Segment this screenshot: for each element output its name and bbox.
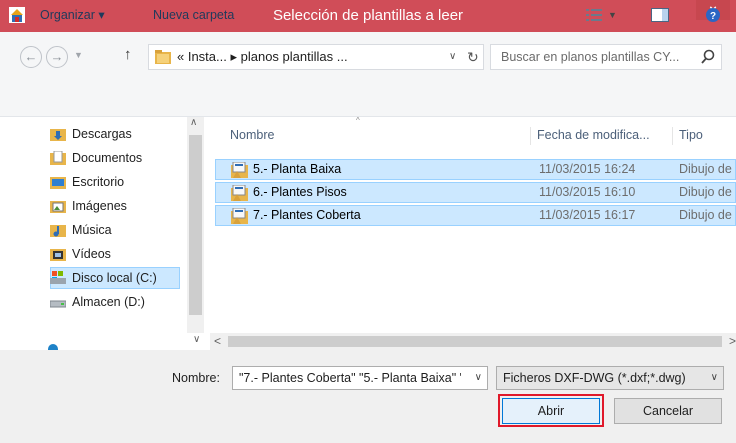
table-row[interactable]: 5.- Planta Baixa 11/03/2015 16:24 Dibujo… [215, 159, 736, 180]
desktop-folder-icon [50, 177, 66, 189]
filename-combobox[interactable]: "7.- Plantes Coberta" "5.- Planta Baixa"… [232, 366, 488, 390]
sidebar-item-label: Escritorio [72, 175, 125, 189]
filename-label: Nombre: [172, 371, 220, 385]
open-button[interactable]: Abrir [502, 398, 600, 424]
sidebar-item-disco-local[interactable]: Disco local (C:) [50, 267, 180, 289]
videos-folder-icon [50, 249, 66, 261]
forward-arrow-icon[interactable]: → [46, 46, 68, 68]
file-name: 7.- Plantes Coberta [253, 208, 361, 222]
dwg-file-icon [231, 208, 248, 224]
music-folder-icon [50, 225, 66, 237]
scrollbar-thumb[interactable] [228, 336, 722, 347]
command-bar [0, 86, 736, 117]
address-bar[interactable]: « Insta... ▸ planos plantillas ... ∨ ↻ [148, 44, 484, 70]
file-list: Nombre ^ Fecha de modifica... Tipo 5.- P… [210, 116, 736, 333]
table-row[interactable]: 6.- Plantes Pisos 11/03/2015 16:10 Dibuj… [215, 182, 736, 203]
recent-locations-dropdown[interactable]: ▼ [74, 50, 83, 60]
scrollbar-thumb[interactable] [189, 135, 202, 315]
breadcrumb[interactable]: « Insta... ▸ planos plantillas ... [177, 45, 348, 69]
chevron-down-icon[interactable]: ∨ [475, 367, 482, 389]
app-logo-icon [9, 7, 25, 23]
sidebar-item-label: Documentos [72, 151, 143, 165]
file-name: 6.- Plantes Pisos [253, 185, 347, 199]
dwg-file-icon [231, 162, 248, 178]
dialog-footer [0, 350, 736, 443]
file-date: 11/03/2015 16:10 [539, 185, 636, 199]
help-icon[interactable]: ? [706, 8, 720, 22]
dwg-file-icon [231, 185, 248, 201]
downloads-folder-icon [50, 129, 66, 141]
dialog-title: Selección de plantillas a leer [272, 7, 464, 24]
cancel-button[interactable]: Cancelar [614, 398, 722, 424]
drive-icon [50, 300, 66, 308]
svg-text:?: ? [710, 11, 716, 22]
column-header-name[interactable]: Nombre [230, 117, 274, 153]
preview-pane-icon[interactable] [651, 8, 669, 22]
file-type: Dibujo de [679, 185, 732, 199]
chevron-down-icon[interactable]: ∨ [711, 367, 718, 389]
file-list-scrollbar[interactable]: < > [210, 333, 736, 350]
new-folder-button[interactable]: Nueva carpeta [153, 0, 234, 30]
scroll-left-icon[interactable]: < [214, 333, 221, 350]
file-type: Dibujo de [679, 208, 732, 222]
navigation-pane-scrollbar[interactable]: ∧ [187, 117, 204, 333]
view-dropdown-icon[interactable]: ▼ [608, 0, 617, 30]
sidebar-item-label: Música [72, 223, 112, 237]
organize-button[interactable]: Organizar ▾ [40, 0, 105, 30]
sidebar-item-label: Vídeos [72, 247, 111, 261]
column-header-type[interactable]: Tipo [679, 117, 703, 153]
column-header-date[interactable]: Fecha de modifica... [537, 117, 650, 153]
file-type: Dibujo de [679, 162, 732, 176]
sidebar-item-label: Descargas [72, 127, 132, 141]
chevron-down-icon[interactable]: ∨ [449, 45, 456, 69]
back-arrow-icon[interactable]: ← [20, 46, 42, 68]
sort-ascending-icon: ^ [356, 116, 360, 125]
file-name: 5.- Planta Baixa [253, 162, 342, 176]
navigation-pane: Descargas Documentos Escritorio Imágenes… [0, 117, 210, 353]
search-icon[interactable] [701, 49, 715, 65]
sidebar-item-label: Almacen (D:) [72, 295, 145, 309]
local-disk-icon [50, 271, 66, 284]
search-input[interactable]: Buscar en planos plantillas CY... [501, 45, 679, 69]
file-date: 11/03/2015 16:24 [539, 162, 636, 176]
search-box[interactable]: Buscar en planos plantillas CY... [490, 44, 722, 70]
folder-icon [155, 50, 171, 64]
file-date: 11/03/2015 16:17 [539, 208, 636, 222]
column-divider[interactable] [672, 127, 673, 145]
filename-input[interactable]: "7.- Plantes Coberta" "5.- Planta Baixa"… [239, 367, 461, 389]
refresh-icon[interactable]: ↻ [467, 45, 479, 69]
filetype-select[interactable]: Ficheros DXF-DWG (*.dxf;*.dwg) ∨ [496, 366, 724, 390]
filetype-value: Ficheros DXF-DWG (*.dxf;*.dwg) [503, 371, 686, 385]
pictures-folder-icon [50, 201, 66, 213]
column-divider[interactable] [530, 127, 531, 145]
documents-folder-icon [50, 151, 66, 165]
scroll-up-icon[interactable]: ∧ [190, 117, 197, 128]
table-row[interactable]: 7.- Plantes Coberta 11/03/2015 16:17 Dib… [215, 205, 736, 226]
file-open-dialog: Selección de plantillas a leer × ← → ▼ ↑… [0, 0, 736, 443]
sidebar-item-label: Disco local (C:) [72, 271, 157, 285]
view-options-icon[interactable] [586, 8, 602, 22]
up-arrow-icon[interactable]: ↑ [124, 46, 132, 63]
sidebar-item-label: Imágenes [72, 199, 127, 213]
scroll-down-icon[interactable]: ∨ [193, 334, 200, 345]
scroll-right-icon[interactable]: > [729, 333, 736, 350]
